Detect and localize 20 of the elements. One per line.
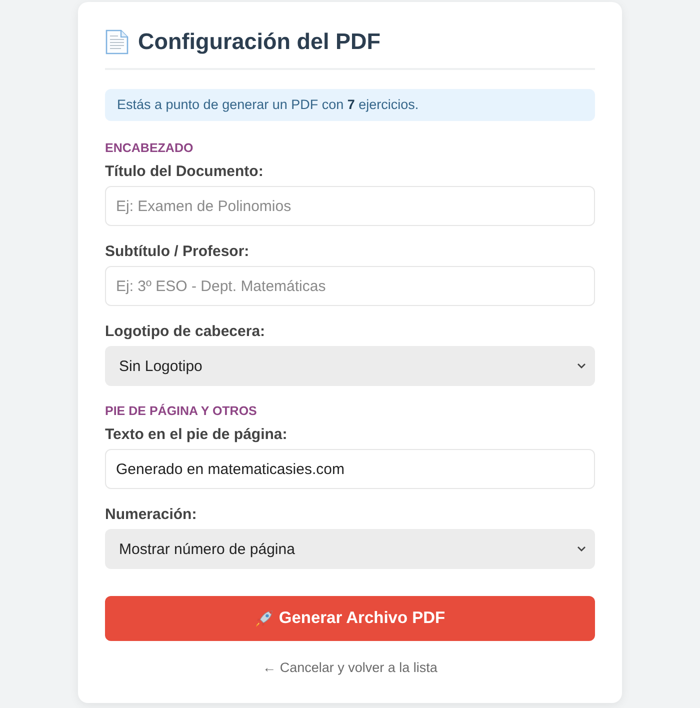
section-heading: ENCABEZADO [105,141,194,155]
text-field[interactable]: Ej: Examen de Polinomios [105,186,595,226]
rocket-icon [254,610,273,628]
text-field[interactable]: Ej: 3º ESO - Dept. Matemáticas [105,266,595,306]
field-label: Título del Documento: [105,163,264,181]
page-title: Configuración del PDF [138,28,381,56]
generate-pdf-button[interactable]: Generar Archivo PDF [105,596,595,641]
text-field[interactable]: Generado en matematicasies.com [105,449,595,489]
field-label: Numeración: [105,506,198,524]
cancel-link[interactable]: ← Cancelar y volver a la lista [262,660,438,675]
dropdown-select[interactable]: Mostrar número de página [105,529,595,569]
chevron-down-icon [577,363,586,369]
section-heading: PIE DE PÁGINA Y OTROS [105,404,258,418]
field-label: Logotipo de cabecera: [105,323,266,341]
document-icon [105,29,129,55]
info-notice: Estás a punto de generar un PDF con 7 ejercicios. [105,89,595,121]
chevron-down-icon [577,546,586,552]
dropdown-select[interactable]: Sin Logotipo [105,346,595,386]
field-label: Texto en el pie de página: [105,426,288,444]
field-label: Subtítulo / Profesor: [105,243,250,261]
